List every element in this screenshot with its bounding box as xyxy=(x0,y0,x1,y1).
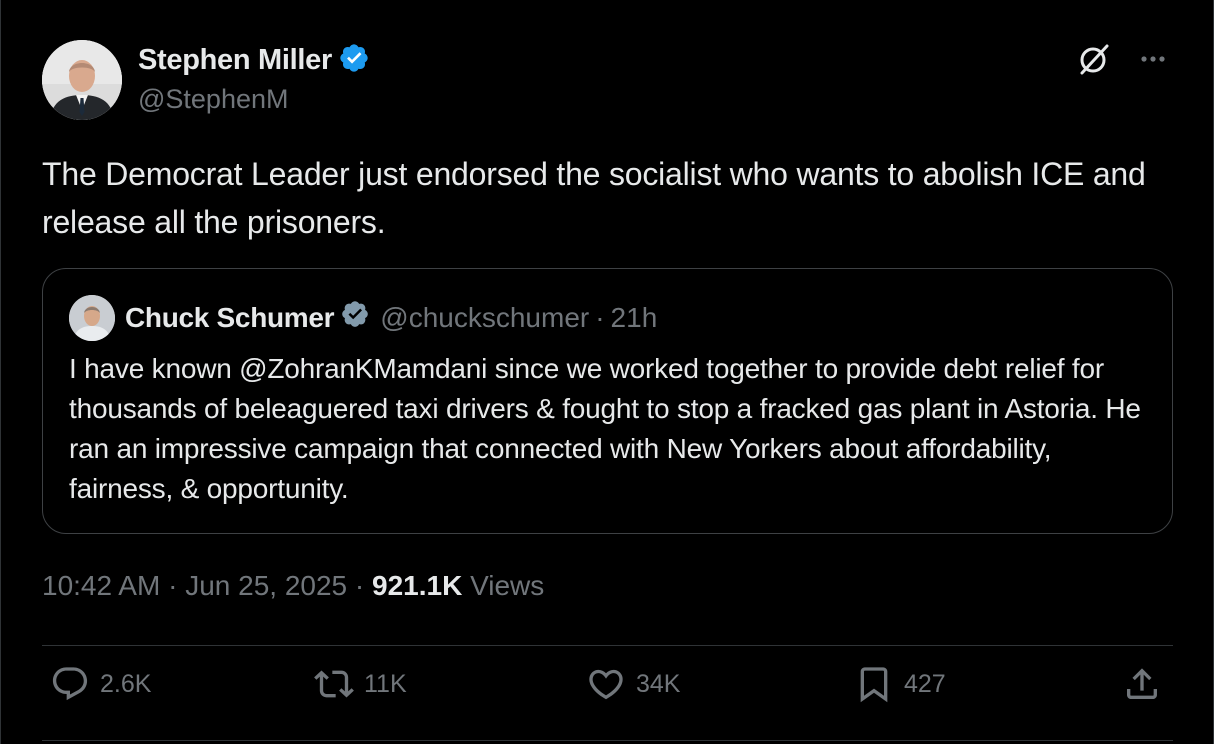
share-icon xyxy=(1127,668,1157,699)
repost-button[interactable]: 11K xyxy=(314,664,407,704)
quoted-time[interactable]: 21h xyxy=(611,302,658,334)
quoted-tweet[interactable]: Chuck Schumer @chuckschumer · 21h I have… xyxy=(42,268,1173,534)
action-bar: 2.6K 11K 34K 427 xyxy=(42,664,1173,724)
author-name-row[interactable]: Stephen Miller xyxy=(138,42,370,79)
like-icon xyxy=(589,669,623,700)
bookmark-count: 427 xyxy=(904,669,946,698)
reply-count: 2.6K xyxy=(100,669,152,698)
share-button[interactable] xyxy=(1122,664,1162,704)
quoted-separator: · xyxy=(595,301,605,333)
divider xyxy=(42,740,1173,741)
author-handle[interactable]: @StephenM xyxy=(138,84,289,115)
tweet-date[interactable]: Jun 25, 2025 xyxy=(185,570,347,601)
views-label: Views xyxy=(470,570,545,601)
bookmark-icon xyxy=(860,667,888,703)
tweet-top-actions xyxy=(1077,42,1169,81)
like-count: 34K xyxy=(636,669,681,698)
meta-separator: · xyxy=(354,570,365,601)
more-icon[interactable] xyxy=(1137,43,1169,80)
like-button[interactable]: 34K xyxy=(586,664,680,704)
author-avatar[interactable] xyxy=(42,40,122,120)
author-name[interactable]: Stephen Miller xyxy=(138,44,332,77)
grok-icon[interactable] xyxy=(1077,42,1111,81)
divider xyxy=(42,645,1173,646)
quoted-text: I have known @ZohranKMamdani since we wo… xyxy=(69,353,1141,504)
verified-badge-icon xyxy=(340,299,370,336)
repost-count: 11K xyxy=(364,669,407,698)
bookmark-button[interactable]: 427 xyxy=(854,664,946,704)
quoted-author-name[interactable]: Chuck Schumer xyxy=(125,302,335,334)
verified-badge-icon xyxy=(338,42,370,79)
quoted-author-avatar[interactable] xyxy=(69,295,115,341)
repost-icon xyxy=(314,670,354,698)
views-count[interactable]: 921.1K xyxy=(372,570,462,601)
reply-icon xyxy=(52,667,88,701)
tweet-detail: Stephen Miller @StephenM The Democrat Le… xyxy=(0,0,1214,744)
tweet-text: The Democrat Leader just endorsed the so… xyxy=(42,156,1146,240)
tweet-time[interactable]: 10:42 AM xyxy=(42,570,160,601)
meta-separator: · xyxy=(168,570,178,601)
quoted-author-handle[interactable]: @chuckschumer xyxy=(380,302,589,334)
quoted-header: Chuck Schumer @chuckschumer · 21h xyxy=(125,299,657,336)
tweet-meta: 10:42 AM · Jun 25, 2025 · 921.1K Views xyxy=(42,570,544,602)
reply-button[interactable]: 2.6K xyxy=(50,664,151,704)
